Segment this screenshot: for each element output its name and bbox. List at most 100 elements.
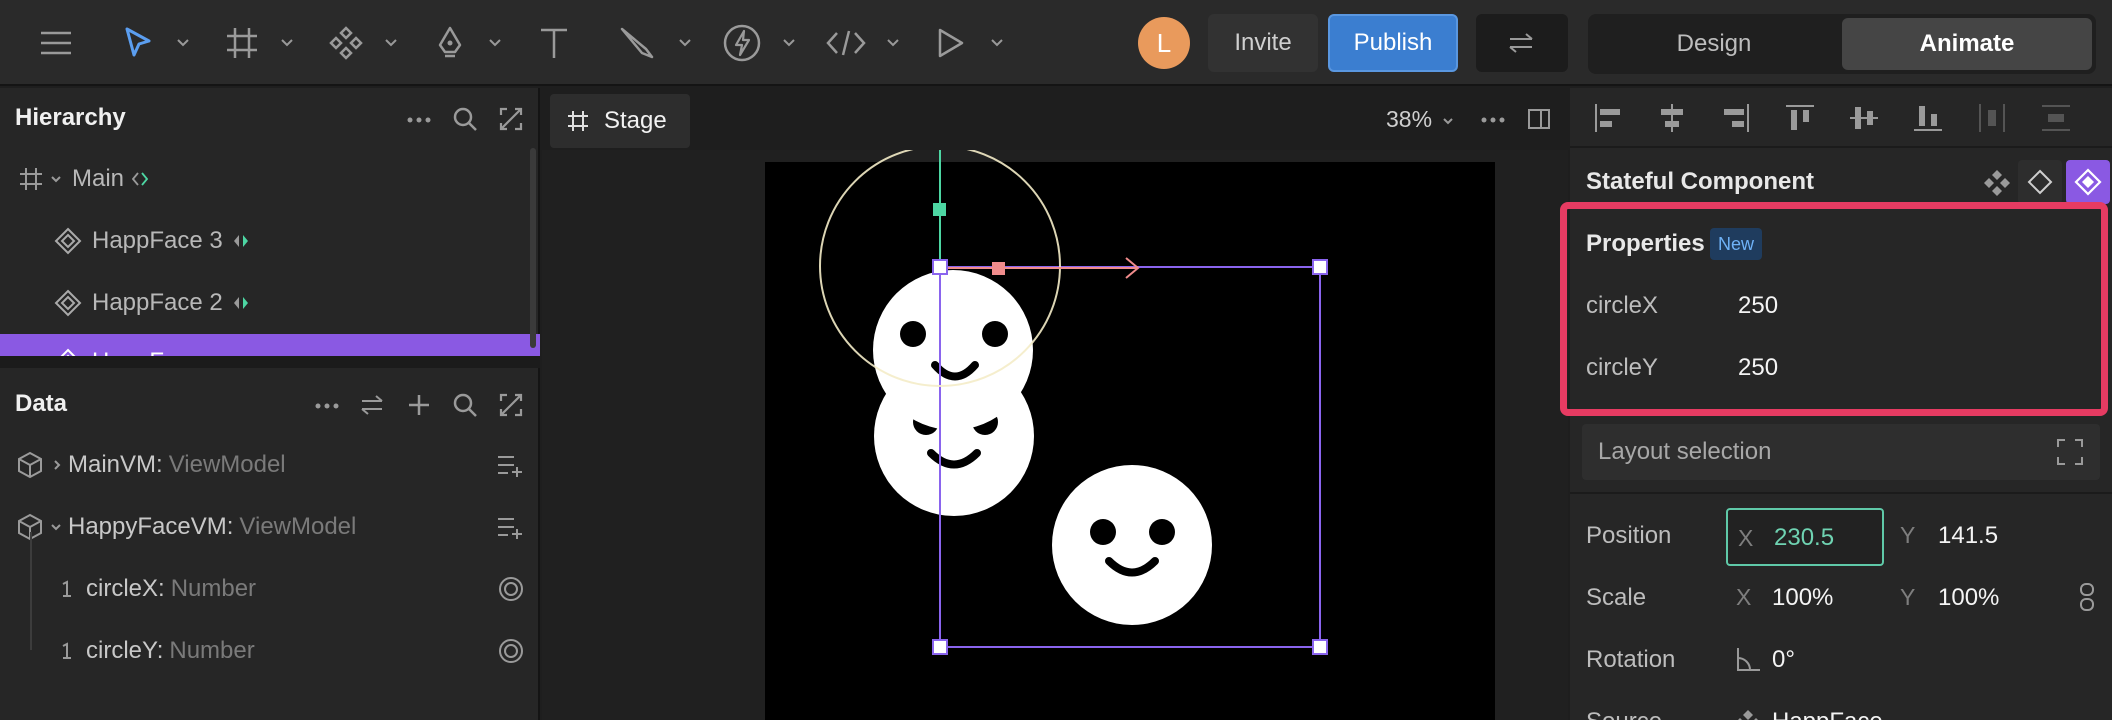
menu-icon[interactable] bbox=[36, 16, 76, 70]
inspector-panel: Stateful Component Properties New circle… bbox=[1560, 88, 2112, 720]
pen-tool-icon[interactable] bbox=[430, 16, 470, 70]
viewmodel-name: HappyFaceVM: bbox=[68, 513, 234, 540]
panel-toggle-icon[interactable] bbox=[1524, 104, 1554, 134]
chevron-down-icon[interactable] bbox=[280, 36, 294, 50]
tree-item-happface-3[interactable]: HappFace 3 bbox=[0, 210, 540, 272]
zoom-level[interactable]: 38% bbox=[1386, 106, 1454, 133]
position-label: Position bbox=[1586, 522, 1672, 549]
user-avatar[interactable]: L bbox=[1138, 17, 1190, 69]
bind-spiral-icon[interactable] bbox=[498, 638, 524, 664]
resize-handle[interactable] bbox=[932, 259, 948, 275]
component-icon bbox=[54, 227, 82, 255]
add-icon[interactable] bbox=[404, 390, 434, 420]
animate-mode-tab[interactable]: Animate bbox=[1842, 18, 2092, 70]
align-center-h-icon[interactable] bbox=[1656, 102, 1688, 134]
chevron-down-icon[interactable] bbox=[678, 36, 692, 50]
align-top-icon[interactable] bbox=[1784, 102, 1816, 134]
component-tool-icon[interactable] bbox=[326, 16, 366, 70]
swap-button[interactable] bbox=[1476, 14, 1568, 72]
position-y-value[interactable]: 141.5 bbox=[1938, 522, 1998, 550]
distribute-h-icon[interactable] bbox=[1976, 102, 2008, 134]
chevron-down-icon[interactable] bbox=[990, 36, 1004, 50]
align-center-v-icon[interactable] bbox=[1848, 102, 1880, 134]
search-icon[interactable] bbox=[450, 104, 480, 134]
chevron-down-icon[interactable] bbox=[176, 36, 190, 50]
more-options-icon[interactable] bbox=[312, 392, 342, 420]
diamond-icon bbox=[2027, 169, 2053, 195]
align-right-icon[interactable] bbox=[1720, 102, 1752, 134]
section-divider bbox=[1570, 492, 2112, 494]
property-value[interactable]: 250 bbox=[1738, 354, 1778, 382]
design-mode-tab[interactable]: Design bbox=[1592, 18, 1836, 70]
viewmodel-field-circley[interactable]: circleY: Number bbox=[0, 620, 540, 682]
viewmodel-item-happyface[interactable]: HappyFaceVM: ViewModel bbox=[0, 496, 540, 558]
field-name: circleY: bbox=[86, 637, 164, 664]
top-toolbar: L Invite Publish Design Animate bbox=[0, 0, 2112, 86]
tree-item-main[interactable]: Main bbox=[0, 148, 540, 210]
angle-icon bbox=[1737, 648, 1760, 671]
chevron-down-icon[interactable] bbox=[50, 173, 62, 185]
tree-item-happface[interactable]: HappFace bbox=[0, 334, 540, 356]
align-left-icon[interactable] bbox=[1592, 102, 1624, 134]
add-list-icon[interactable] bbox=[496, 453, 524, 477]
code-tool-icon[interactable] bbox=[824, 16, 868, 70]
bind-spiral-icon[interactable] bbox=[498, 576, 524, 602]
happy-face-selected[interactable] bbox=[873, 270, 1033, 430]
brush-tool-icon[interactable] bbox=[616, 16, 660, 70]
layout-selection-button[interactable]: Layout selection bbox=[1582, 424, 2100, 480]
invite-button[interactable]: Invite bbox=[1208, 14, 1318, 72]
component-icon-button[interactable] bbox=[2018, 160, 2062, 204]
frame-icon bbox=[20, 168, 42, 190]
resize-handle[interactable] bbox=[1312, 259, 1328, 275]
resize-handle[interactable] bbox=[1312, 639, 1328, 655]
swap-icon[interactable] bbox=[358, 390, 388, 420]
chevron-down-icon[interactable] bbox=[384, 36, 398, 50]
scale-x-value[interactable]: 100% bbox=[1772, 584, 1833, 612]
position-x-field[interactable]: X 230.5 bbox=[1726, 508, 1884, 566]
link-icon[interactable] bbox=[2078, 582, 2096, 612]
chevron-down-icon[interactable] bbox=[886, 36, 900, 50]
search-icon[interactable] bbox=[450, 390, 480, 420]
happy-face[interactable] bbox=[1052, 465, 1212, 625]
tab-stage[interactable]: Stage bbox=[550, 94, 690, 148]
align-bottom-icon[interactable] bbox=[1912, 102, 1944, 134]
focus-frame-icon bbox=[2057, 439, 2083, 465]
chevron-down-icon[interactable] bbox=[782, 36, 796, 50]
event-tool-icon[interactable] bbox=[720, 16, 764, 70]
rotation-value[interactable]: 0° bbox=[1772, 646, 1795, 674]
mode-switch: Design Animate bbox=[1588, 14, 2096, 74]
chevron-down-icon[interactable] bbox=[50, 521, 62, 533]
panel-divider bbox=[0, 356, 540, 368]
hierarchy-scrollbar[interactable] bbox=[530, 148, 536, 348]
tree-item-happface-2[interactable]: HappFace 2 bbox=[0, 272, 540, 334]
viewmodel-field-circlex[interactable]: circleX: Number bbox=[0, 558, 540, 620]
resize-handle[interactable] bbox=[932, 639, 948, 655]
scale-label: Scale bbox=[1586, 584, 1647, 611]
play-icon[interactable] bbox=[930, 16, 970, 70]
source-row-clip: Source HappFace bbox=[1570, 698, 2112, 720]
distribute-v-icon[interactable] bbox=[2040, 102, 2072, 134]
scale-y-value[interactable]: 100% bbox=[1938, 584, 1999, 612]
chevron-down-icon[interactable] bbox=[488, 36, 502, 50]
chevron-right-icon[interactable] bbox=[52, 459, 62, 471]
property-label: circleY bbox=[1586, 354, 1659, 381]
bind-indicator-icon bbox=[233, 297, 248, 309]
more-options-icon[interactable] bbox=[1478, 106, 1508, 134]
more-options-icon[interactable] bbox=[404, 106, 434, 134]
text-tool-icon[interactable] bbox=[534, 16, 574, 70]
zoom-value: 38% bbox=[1386, 106, 1433, 132]
viewmodel-type: ViewModel bbox=[168, 451, 286, 478]
viewmodel-item-main[interactable]: MainVM: ViewModel bbox=[0, 434, 540, 496]
y-axis-grip[interactable] bbox=[933, 203, 946, 216]
select-tool-icon[interactable] bbox=[118, 16, 158, 70]
x-axis-grip[interactable] bbox=[992, 262, 1005, 275]
publish-button[interactable]: Publish bbox=[1328, 14, 1458, 72]
expand-icon[interactable] bbox=[496, 390, 526, 420]
frame-tool-icon[interactable] bbox=[222, 16, 262, 70]
variant-icon[interactable] bbox=[1982, 168, 2012, 198]
add-list-icon[interactable] bbox=[496, 515, 524, 539]
expand-icon[interactable] bbox=[496, 104, 526, 134]
source-value[interactable]: HappFace bbox=[1772, 708, 1883, 720]
stateful-component-button[interactable] bbox=[2066, 160, 2110, 204]
property-value[interactable]: 250 bbox=[1738, 292, 1778, 320]
